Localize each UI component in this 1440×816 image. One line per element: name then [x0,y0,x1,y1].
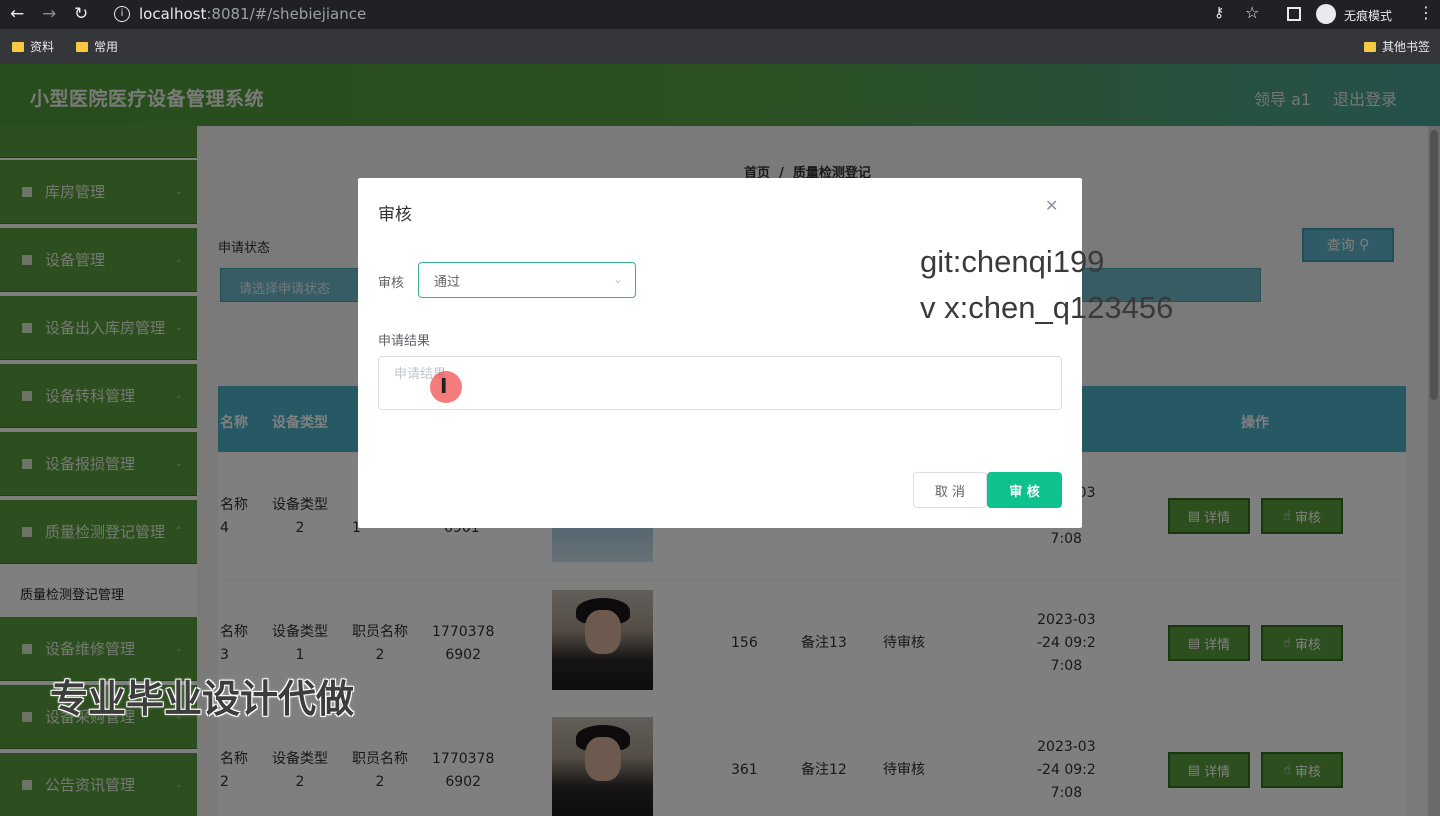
bookmark-other[interactable]: 其他书签 [1364,38,1430,55]
confirm-review-button[interactable]: 审 核 [987,472,1062,508]
info-icon[interactable]: i [114,6,130,22]
bookmarks-bar [0,29,1440,64]
watermark-git: git:chenqi199 [920,244,1105,279]
bookmark-ziliao[interactable]: 资料 [12,38,54,55]
result-textarea[interactable]: 申请结果 [378,356,1062,410]
reload-icon[interactable]: ↻ [74,4,88,24]
review-label: 审核 [378,276,405,291]
review-select[interactable]: 通过 ⌄ [418,262,636,298]
key-icon[interactable]: ⚷ [1214,5,1224,21]
result-label: 申请结果 [378,334,431,349]
cancel-button[interactable]: 取 消 [913,472,987,508]
back-icon[interactable]: ← [10,4,24,24]
incognito-label[interactable]: 无痕模式 [1344,7,1392,24]
review-dialog: 审核 ✕ 审核 通过 ⌄ 申请结果 申请结果 取 消 审 核 [358,178,1082,528]
folder-icon [12,41,24,52]
star-icon[interactable]: ☆ [1245,3,1259,22]
close-icon[interactable]: ✕ [1045,196,1058,215]
folder-icon [76,41,88,52]
folder-icon [1364,41,1376,52]
watermark-bottom: 专业毕业设计代做 [50,677,355,721]
incognito-icon [1316,4,1336,24]
text-cursor-icon: I [440,374,448,398]
menu-icon[interactable]: ⋮ [1418,3,1434,22]
dialog-title: 审核 [378,205,412,225]
watermark-wx: v x:chen_q123456 [920,290,1174,325]
bookmark-changyong[interactable]: 常用 [76,38,118,55]
sidepanel-icon[interactable] [1287,7,1301,21]
chevron-down-icon: ⌄ [612,272,623,286]
address-bar[interactable]: localhost:8081/#/shebiejiance [139,5,366,23]
forward-icon[interactable]: → [42,4,56,24]
